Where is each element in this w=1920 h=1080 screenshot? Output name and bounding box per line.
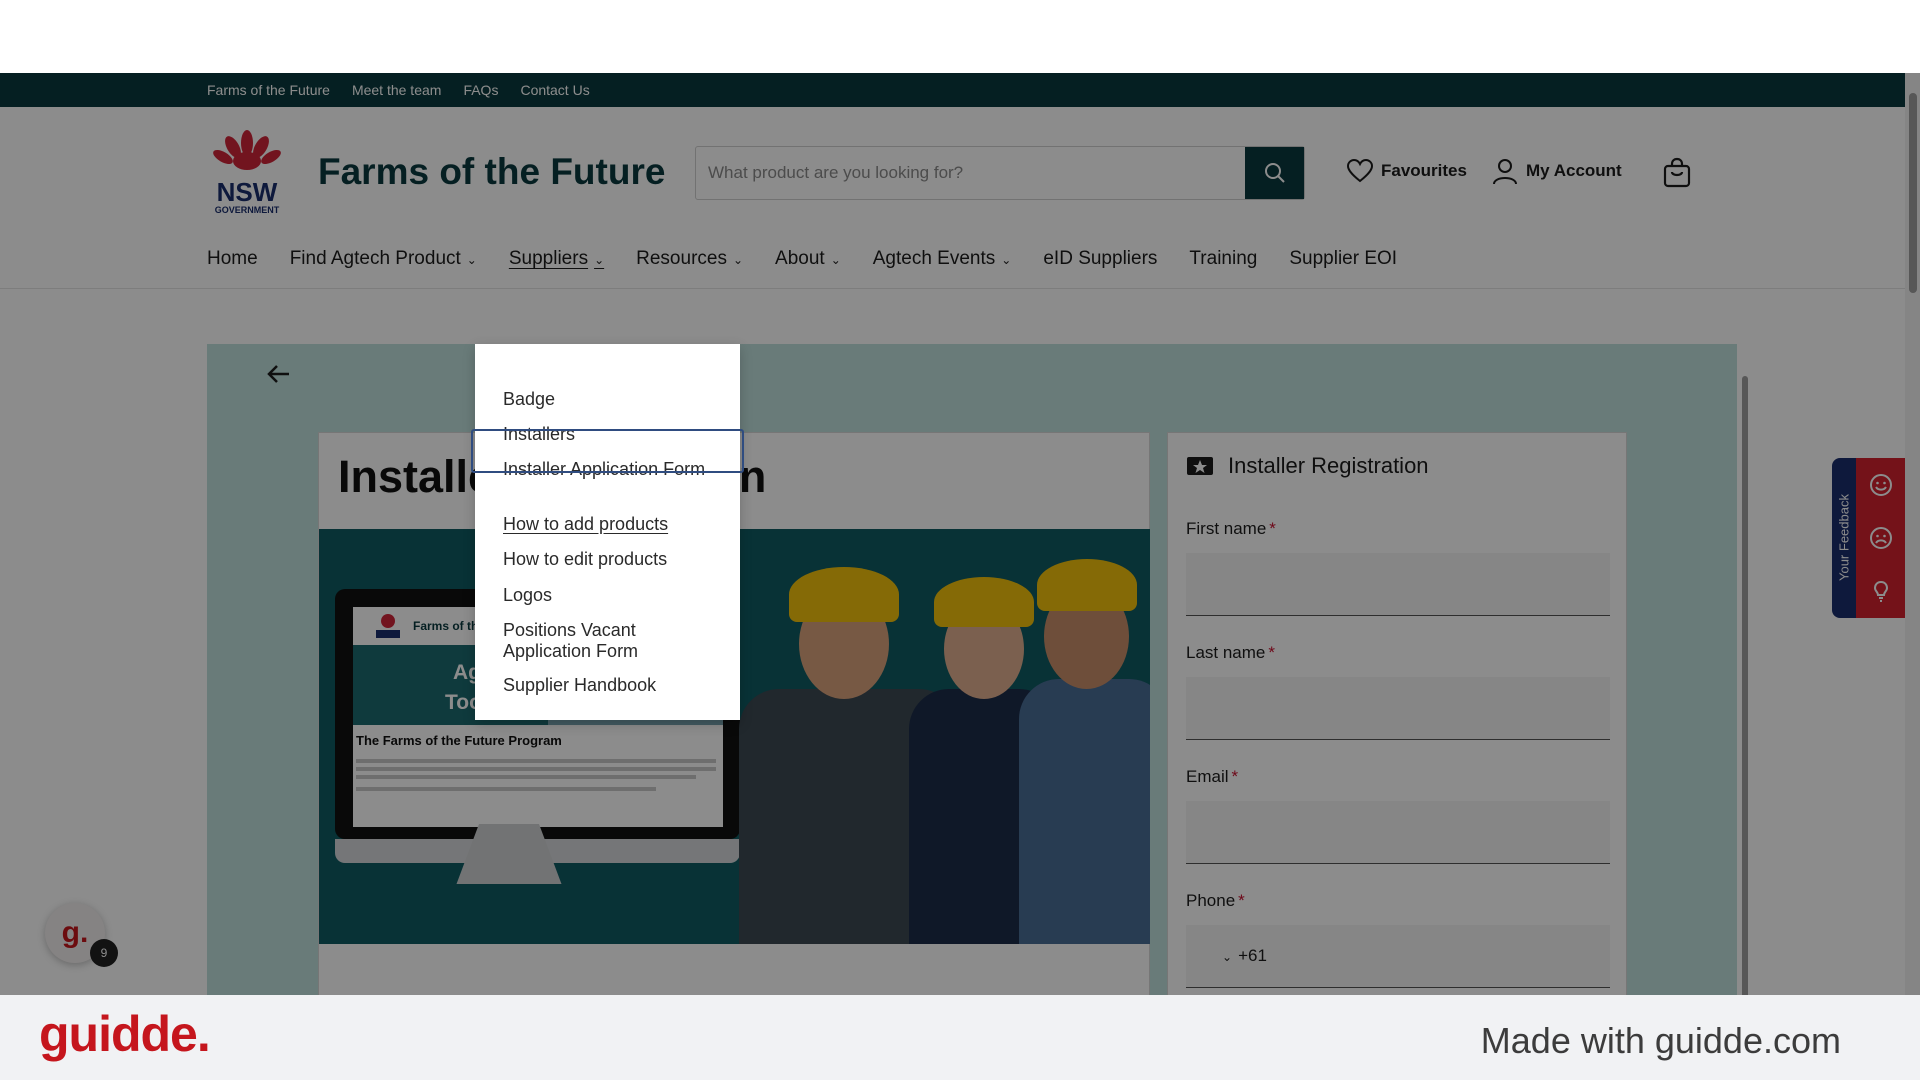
user-icon [1493, 159, 1517, 185]
first-name-label: First name [1186, 519, 1267, 538]
my-account-link[interactable]: My Account [1492, 157, 1622, 185]
nav-supplier-eoi[interactable]: Supplier EOI [1289, 248, 1397, 270]
installer-registration-form: Installer Registration First name * Last … [1167, 432, 1627, 995]
top-band [0, 0, 1920, 73]
screen-text-line [356, 787, 656, 791]
utility-link-team[interactable]: Meet the team [352, 82, 442, 98]
nav-resources[interactable]: Resources ⌄ [636, 248, 743, 270]
country-chevron-down-icon[interactable]: ⌄ [1222, 950, 1232, 964]
first-name-input[interactable] [1186, 553, 1610, 616]
phone-input[interactable]: ⌄ +61 [1186, 925, 1610, 988]
back-button[interactable] [266, 363, 292, 390]
waratah-icon: NSW GOVERNMENT [213, 130, 281, 215]
required-marker: * [1238, 891, 1245, 910]
utility-bar: Farms of the Future Meet the team FAQs C… [0, 73, 1920, 107]
guidde-count-badge: 9 [90, 939, 118, 967]
screen-brand: Farms of th [413, 619, 479, 633]
search-bar [695, 146, 1305, 200]
utility-link-faqs[interactable]: FAQs [463, 82, 498, 98]
chevron-down-icon: ⌄ [594, 253, 605, 267]
screen-text-line [356, 767, 716, 771]
heart-icon [1347, 159, 1373, 183]
required-marker: * [1269, 519, 1276, 538]
my-account-label: My Account [1526, 161, 1622, 180]
made-with-guidde-text[interactable]: Made with guidde.com [1481, 1020, 1841, 1062]
search-input[interactable] [696, 147, 1245, 199]
email-input[interactable] [1186, 801, 1610, 864]
ticket-star-icon [1187, 457, 1213, 475]
search-icon [1264, 163, 1285, 183]
site-header: NSW GOVERNMENT Farms of the Future Favou… [0, 107, 1920, 289]
nsw-mini-logo-icon [376, 614, 400, 638]
search-button[interactable] [1245, 147, 1304, 199]
last-name-input[interactable] [1186, 677, 1610, 740]
last-name-label: Last name [1186, 643, 1266, 662]
screen-text-line [356, 759, 716, 763]
menu-item-supplier-handbook[interactable]: Supplier Handbook [503, 675, 723, 696]
menu-item-how-to-add-products[interactable]: How to add products [503, 514, 723, 535]
nav-find-agtech-product[interactable]: Find Agtech Product ⌄ [290, 248, 477, 270]
shopping-bag-icon [1663, 157, 1691, 188]
phone-country-code: +61 [1238, 946, 1267, 965]
chevron-down-icon: ⌄ [732, 253, 744, 267]
frown-icon[interactable] [1869, 526, 1893, 550]
cart-button[interactable] [1661, 157, 1693, 194]
menu-item-badge[interactable]: Badge [503, 389, 723, 410]
required-marker: * [1231, 767, 1239, 786]
nav-about[interactable]: About ⌄ [775, 248, 841, 270]
chevron-down-icon: ⌄ [466, 253, 477, 267]
page-scrollbar[interactable] [1905, 73, 1920, 995]
first-name-field: First name * [1186, 519, 1610, 616]
screen-heading: The Farms of the Future Program [356, 733, 562, 748]
site-brand-title[interactable]: Farms of the Future [318, 151, 665, 193]
nsw-logo[interactable]: NSW GOVERNMENT [207, 129, 287, 215]
favourites-label: Favourites [1381, 161, 1467, 180]
phone-label: Phone [1186, 891, 1236, 910]
menu-item-positions-vacant-application-form[interactable]: Positions Vacant Application Form [503, 620, 723, 662]
utility-link-farms[interactable]: Farms of the Future [207, 82, 330, 98]
feedback-tab-label[interactable]: Your Feedback [1832, 458, 1856, 618]
nav-eid-suppliers[interactable]: eID Suppliers [1043, 248, 1157, 270]
menu-item-how-to-edit-products[interactable]: How to edit products [503, 549, 723, 570]
chevron-down-icon: ⌄ [1001, 253, 1012, 267]
guidde-footer-bar: guidde. Made with guidde.com [0, 995, 1920, 1080]
phone-field: Phone * ⌄ +61 [1186, 891, 1610, 988]
lightbulb-icon[interactable] [1869, 579, 1893, 603]
favourites-link[interactable]: Favourites [1347, 159, 1467, 183]
guidde-logo[interactable]: guidde. [39, 1005, 211, 1063]
last-name-field: Last name * [1186, 643, 1610, 740]
nav-suppliers[interactable]: Suppliers ⌄ [509, 248, 604, 270]
email-label: Email [1186, 767, 1229, 786]
nav-agtech-events[interactable]: Agtech Events ⌄ [873, 248, 1012, 270]
suppliers-dropdown-menu: Badge Installers Installer Application F… [475, 344, 740, 720]
chevron-down-icon: ⌄ [830, 253, 841, 267]
svg-text:NSW: NSW [217, 177, 278, 207]
feedback-widget[interactable]: Your Feedback [1832, 458, 1905, 618]
menu-item-logos[interactable]: Logos [503, 585, 723, 606]
content-scrollbar[interactable] [1740, 356, 1750, 995]
email-field: Email * [1186, 767, 1610, 864]
web-page: Farms of the Future Meet the team FAQs C… [0, 73, 1920, 995]
nav-home[interactable]: Home [207, 248, 258, 270]
required-marker: * [1268, 643, 1276, 662]
nav-training[interactable]: Training [1189, 248, 1257, 270]
arrow-left-icon [267, 365, 289, 383]
svg-text:GOVERNMENT: GOVERNMENT [215, 205, 280, 215]
highlight-box [471, 429, 744, 473]
main-nav: Home Find Agtech Product ⌄ Suppliers ⌄ Res… [207, 244, 1429, 274]
utility-link-contact[interactable]: Contact Us [520, 82, 589, 98]
smile-icon[interactable] [1869, 473, 1893, 497]
screen-text-line [356, 775, 696, 779]
form-title: Installer Registration [1228, 453, 1429, 478]
